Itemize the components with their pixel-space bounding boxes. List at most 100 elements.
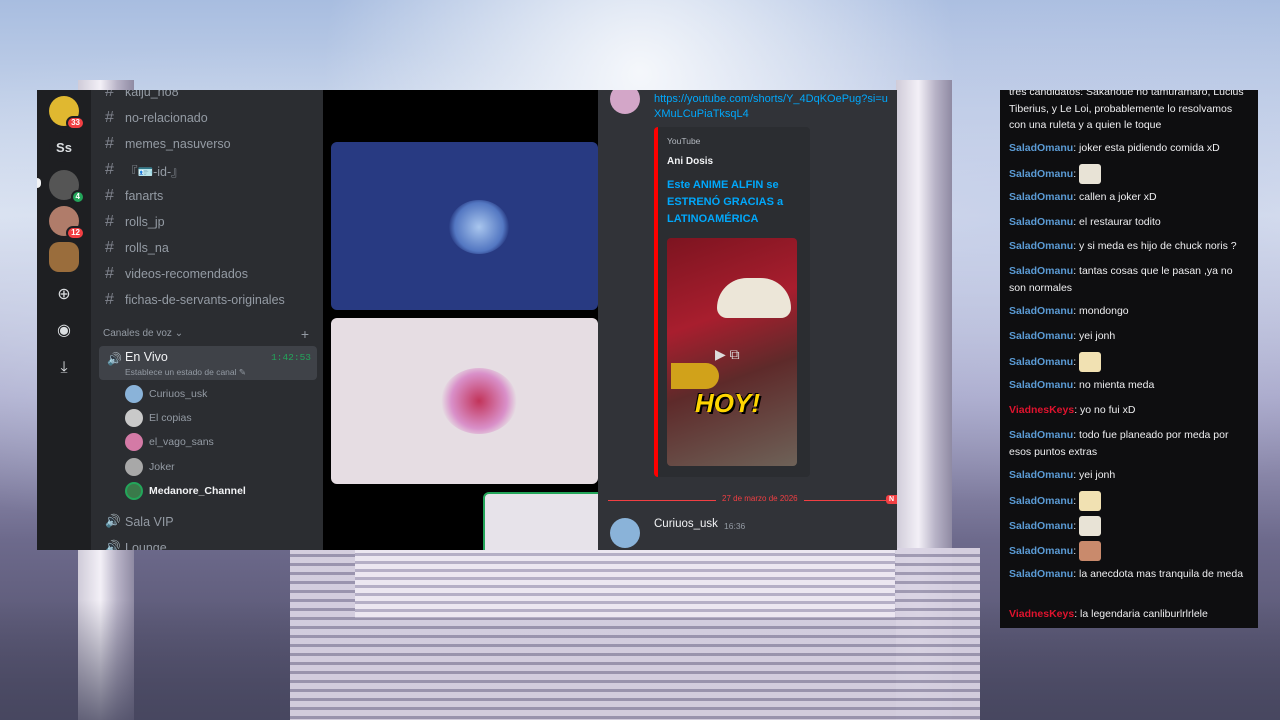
chat-message: SaladOmanu: [1009,491,1249,511]
chat-message: SaladOmanu: [1009,352,1249,372]
mention-badge: 4 [70,190,85,204]
avatar [125,458,143,476]
hash-icon: # [105,161,114,178]
emote-icon [1079,352,1102,372]
chat-message: tres candidatos: Sakanoue no tamuramaro,… [1009,90,1244,131]
hash-icon: # [105,213,114,230]
channel-label: videos-recomendados [125,267,248,281]
embed-provider: YouTube [667,136,701,146]
server-icon-ss[interactable]: Ss [49,132,79,162]
chat-message: SaladOmanu: tantas cosas que le pasan ,y… [1009,265,1233,294]
chat-message: SaladOmanu: callen a joker xD [1009,191,1157,203]
voice-member[interactable]: Joker [125,457,175,477]
voice-channel-name: En Vivo [125,350,168,364]
voice-channel-en-vivo[interactable]: 🔊 En Vivo 1:42:53 Establece un estado de… [99,346,317,380]
channel-id[interactable]: # 『🪪-id-』 [105,158,184,182]
thumbnail-art [717,278,791,318]
speaker-icon: 🔊 [105,514,121,528]
avatar [610,90,640,114]
emote-icon [1079,491,1102,511]
chat-message: SaladOmanu: joker esta pidiendo comida x… [1009,142,1220,154]
voice-timer: 1:42:53 [271,352,311,363]
channel-fichas[interactable]: # fichas-de-servants-originales [105,288,285,312]
hash-icon: # [105,239,114,256]
server-initials: Ss [56,139,72,155]
channel-rolls-jp[interactable]: # rolls_jp [105,210,165,234]
voice-member[interactable]: el_vago_sans [125,432,214,452]
channel-label: fichas-de-servants-originales [125,293,285,307]
discord-window: 33 Ss 4 12 ⊕ ◉ ⤓ # kaiju_no8 # no-relacion… [37,90,897,550]
channel-label: fanarts [125,189,164,203]
chat-message: ViadnesKeys: la legendaria canliburlrlrl… [1009,608,1208,620]
embed-author[interactable]: Ani Dosis [667,156,713,167]
participant-tile[interactable] [331,318,598,484]
chat-message: SaladOmanu: la anecdota mas tranquila de… [1009,568,1244,580]
message-time: 16:36 [724,521,746,531]
chat-message: SaladOmanu: yei jonh [1009,469,1116,481]
download-icon[interactable]: ⤓ [54,358,74,378]
hash-icon: # [105,109,114,126]
speaker-icon: 🔊 [105,540,121,550]
server-icon-3[interactable]: 4 [49,170,85,204]
message-link[interactable]: https://youtube.com/shorts/Y_4DqKOePug?s… [654,92,894,122]
mention-badge: 33 [66,116,85,130]
voice-stage [323,90,605,550]
avatar[interactable] [610,518,640,548]
add-server-icon[interactable]: ⊕ [54,285,74,305]
embed-title[interactable]: Este ANIME ALFIN se ESTRENÓ GRACIAS a LA… [667,177,802,228]
chat-message: SaladOmanu: [1009,516,1249,536]
participant-tile[interactable] [331,142,598,310]
chat-message: SaladOmanu: y si meda es hijo de chuck n… [1009,240,1237,252]
emote-icon [1079,541,1102,561]
add-channel-icon[interactable]: + [301,326,309,342]
youtube-embed: YouTube Ani Dosis Este ANIME ALFIN se ES… [654,127,810,477]
channel-no-relacionado[interactable]: # no-relacionado [105,106,208,130]
hash-icon: # [105,291,114,308]
avatar [125,433,143,451]
chat-message: SaladOmanu: [1009,164,1249,184]
voice-status[interactable]: Establece un estado de canal ✎ [125,367,246,378]
voice-member[interactable]: Curiuos_usk [125,384,207,404]
voice-member[interactable]: Medanore_Channel [125,481,246,501]
channel-rolls-na[interactable]: # rolls_na [105,236,169,260]
emote-icon [1079,164,1102,184]
voice-category-header[interactable]: Canales de voz ⌄ [103,328,183,339]
voice-member[interactable]: El copias [125,408,192,428]
server-rail: 33 Ss 4 12 ⊕ ◉ ⤓ [37,90,91,550]
chat-message: ViadnesKeys: yo no fui xD [1009,404,1136,416]
avatar [449,200,509,254]
channel-label: 『🪪-id-』 [125,164,184,179]
avatar [125,385,143,403]
channel-label: rolls_jp [125,215,165,229]
embed-thumbnail[interactable]: ▶ ⧉ HOY! [667,238,797,466]
speaker-icon: 🔊 [107,352,122,366]
voice-channel-sala-vip[interactable]: 🔊 Sala VIP [105,514,174,529]
message-author[interactable]: Curiuos_usk [654,518,718,530]
stream-chat-overlay: tres candidatos: Sakanoue no tamuramaro,… [1000,90,1258,628]
new-badge: N [885,495,897,504]
chat-message: SaladOmanu: [1009,541,1249,561]
channel-label: memes_nasuverso [125,137,231,151]
mention-badge: 12 [66,226,85,240]
channel-label: no-relacionado [125,111,208,125]
channel-videos[interactable]: # videos-recomendados [105,262,248,286]
chat-message: SaladOmanu: yei jonh [1009,330,1116,342]
channel-fanarts[interactable]: # fanarts [105,184,163,208]
chat-message: SaladOmanu: mondongo [1009,305,1129,317]
channel-label: rolls_na [125,241,169,255]
channel-memes[interactable]: # memes_nasuverso [105,132,231,156]
voice-channel-lounge[interactable]: 🔊 Lounge [105,540,167,550]
server-icon-4[interactable]: 12 [49,206,85,240]
background-stairs-top [355,548,895,618]
channel-kaiju[interactable]: # kaiju_no8 [105,90,179,104]
date-divider: 27 de marzo de 2026 [716,494,804,503]
server-icon-5[interactable] [49,242,79,272]
participant-tile-speaking[interactable] [483,492,605,550]
explore-icon[interactable]: ◉ [54,321,74,341]
play-icon[interactable]: ▶ ⧉ [715,346,740,363]
chat-panel: https://youtube.com/shorts/Y_4DqKOePug?s… [598,90,897,550]
chat-message: SaladOmanu: el restaurar todito [1009,216,1161,228]
avatar [125,409,143,427]
server-icon-1[interactable]: 33 [49,96,85,130]
hash-icon: # [105,265,114,282]
